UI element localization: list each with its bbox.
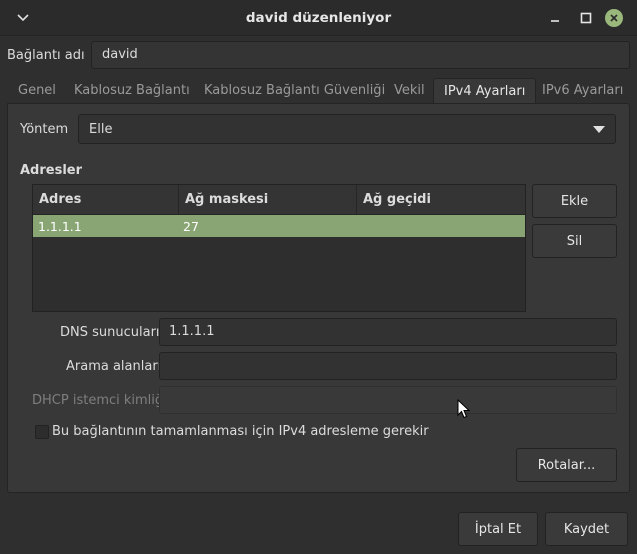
search-domains-label: Arama alanları bbox=[66, 359, 162, 374]
routes-button[interactable]: Rotalar... bbox=[516, 448, 617, 482]
dhcp-client-id-label: DHCP istemci kimliği bbox=[32, 393, 167, 408]
dropdown-arrow-icon bbox=[593, 126, 605, 133]
dns-servers-input[interactable]: 1.1.1.1 bbox=[159, 318, 617, 346]
method-label: Yöntem bbox=[20, 122, 69, 137]
require-ipv4-label[interactable]: Bu bağlantının tamamlanması için IPv4 ad… bbox=[52, 424, 429, 439]
tab-wireless-security[interactable]: Kablosuz Bağlantı Güvenliği bbox=[204, 78, 385, 104]
column-header-netmask[interactable]: Ağ maskesi bbox=[179, 185, 357, 215]
cell-address: 1.1.1.1 bbox=[38, 219, 82, 234]
addresses-table[interactable]: Adres Ağ maskesi Ağ geçidi 1.1.1.1 27 bbox=[32, 184, 526, 312]
table-row[interactable]: 1.1.1.1 27 bbox=[33, 215, 525, 237]
column-header-address[interactable]: Adres bbox=[33, 185, 179, 215]
title-bar: david düzenleniyor bbox=[0, 0, 637, 36]
search-domains-input[interactable] bbox=[159, 352, 617, 380]
connection-name-input[interactable]: david bbox=[91, 41, 630, 69]
tab-ipv4-settings[interactable]: IPv4 Ayarları bbox=[433, 78, 537, 104]
minimize-icon[interactable] bbox=[546, 9, 564, 27]
addresses-heading: Adresler bbox=[20, 163, 83, 178]
method-dropdown[interactable]: Elle bbox=[78, 114, 616, 144]
mouse-pointer-icon bbox=[457, 399, 471, 419]
tab-general[interactable]: Genel bbox=[18, 78, 56, 104]
remove-address-button[interactable]: Sil bbox=[532, 224, 617, 258]
maximize-icon[interactable] bbox=[577, 9, 595, 27]
tab-bar: Genel Kablosuz Bağlantı Kablosuz Bağlant… bbox=[7, 78, 630, 104]
require-ipv4-checkbox[interactable] bbox=[35, 425, 49, 439]
save-button[interactable]: Kaydet bbox=[545, 512, 628, 546]
addresses-table-header: Adres Ağ maskesi Ağ geçidi bbox=[33, 185, 525, 215]
dns-servers-label: DNS sunucuları bbox=[60, 325, 160, 340]
tab-wireless[interactable]: Kablosuz Bağlantı bbox=[74, 78, 190, 104]
cancel-button[interactable]: İptal Et bbox=[458, 512, 538, 546]
add-address-button[interactable]: Ekle bbox=[532, 184, 617, 218]
column-header-gateway[interactable]: Ağ geçidi bbox=[357, 185, 525, 215]
window-title: david düzenleniyor bbox=[245, 10, 392, 26]
close-icon[interactable] bbox=[605, 9, 623, 27]
tab-ipv6-settings[interactable]: IPv6 Ayarları bbox=[542, 78, 623, 104]
cell-netmask: 27 bbox=[183, 219, 199, 234]
close-x-glyph bbox=[610, 14, 618, 22]
method-value: Elle bbox=[89, 122, 113, 137]
connection-name-label: Bağlantı adı bbox=[7, 48, 85, 63]
dhcp-client-id-input bbox=[159, 386, 617, 414]
tab-proxy[interactable]: Vekil bbox=[394, 78, 425, 104]
